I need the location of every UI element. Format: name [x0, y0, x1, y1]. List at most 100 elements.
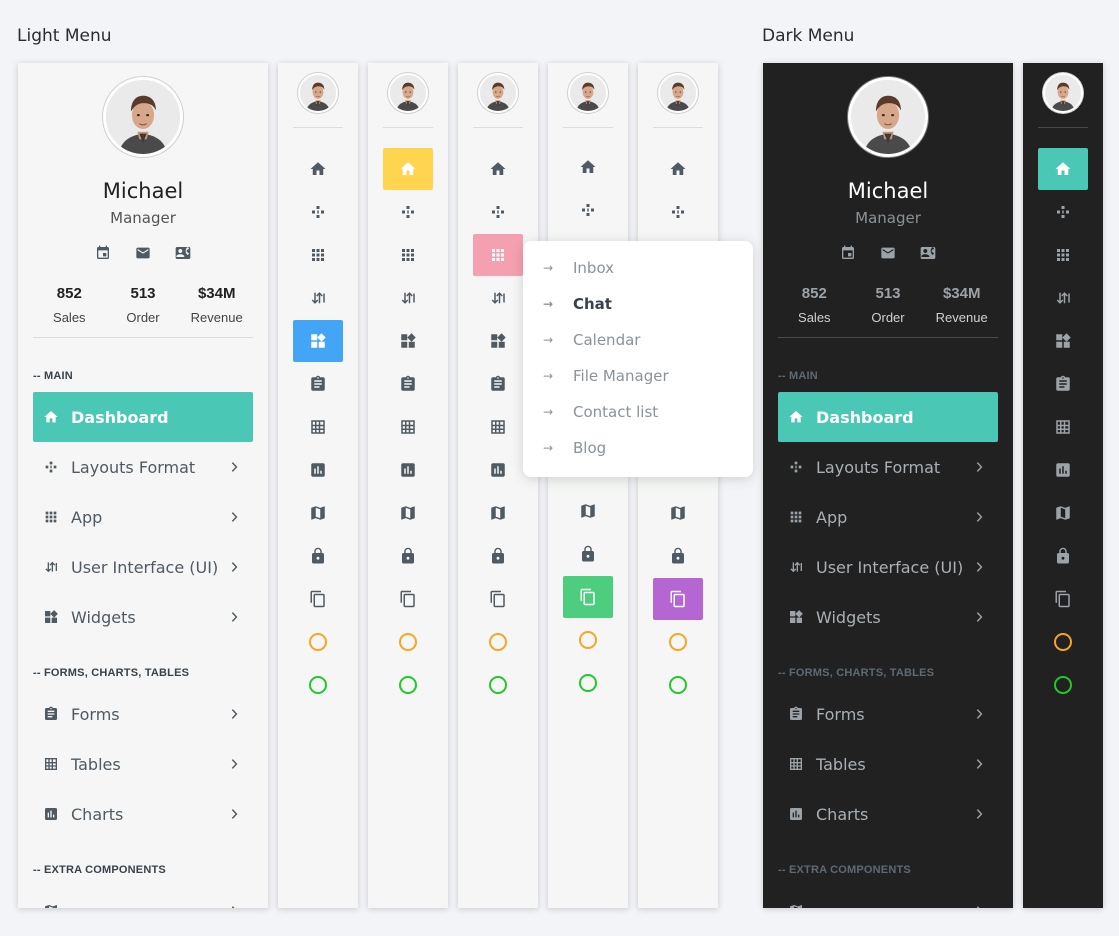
sidebar-home-button[interactable]: [293, 148, 343, 190]
menu-item-forms[interactable]: Forms: [778, 689, 998, 739]
sidebar-map-button[interactable]: [293, 492, 343, 534]
calendar-icon[interactable]: [840, 245, 856, 261]
status-ring-button[interactable]: [473, 621, 523, 663]
avatar[interactable]: [388, 73, 428, 113]
sidebar-table-button[interactable]: [1038, 406, 1088, 448]
mail-icon[interactable]: [880, 245, 896, 261]
sidebar-copy-button[interactable]: [1038, 578, 1088, 620]
sidebar-lock-button[interactable]: [383, 535, 433, 577]
sidebar-map-button[interactable]: [563, 490, 613, 532]
sidebar-lock-button[interactable]: [1038, 535, 1088, 577]
sidebar-clipboard-button[interactable]: [473, 363, 523, 405]
status-ring-button[interactable]: [293, 664, 343, 706]
menu-item-tables[interactable]: Tables: [778, 739, 998, 789]
avatar[interactable]: [478, 73, 518, 113]
sidebar-map-button[interactable]: [383, 492, 433, 534]
sidebar-copy-button[interactable]: [293, 578, 343, 620]
sidebar-map-button[interactable]: [653, 492, 703, 534]
sidebar-chart-button[interactable]: [383, 449, 433, 491]
menu-item-user-interface[interactable]: User Interface (UI): [778, 542, 998, 592]
sidebar-ui-button[interactable]: [293, 277, 343, 319]
menu-item-layouts-format[interactable]: Layouts Format: [778, 442, 998, 492]
sidebar-chart-button[interactable]: [1038, 449, 1088, 491]
menu-item-charts[interactable]: Charts: [33, 789, 253, 839]
menu-item-dashboard[interactable]: Dashboard: [33, 392, 253, 442]
status-ring-button[interactable]: [563, 619, 613, 661]
menu-item-charts[interactable]: Charts: [778, 789, 998, 839]
sidebar-layouts-button[interactable]: [383, 191, 433, 233]
menu-item-layouts-format[interactable]: Layouts Format: [33, 442, 253, 492]
sidebar-table-button[interactable]: [293, 406, 343, 448]
menu-item-app[interactable]: App: [33, 492, 253, 542]
submenu-item-inbox[interactable]: → Inbox: [543, 259, 614, 277]
sidebar-home-button[interactable]: [383, 148, 433, 190]
sidebar-map-button[interactable]: [1038, 492, 1088, 534]
status-ring-button[interactable]: [473, 664, 523, 706]
avatar[interactable]: [658, 73, 698, 113]
mail-icon[interactable]: [135, 245, 151, 261]
sidebar-apps-grid-button[interactable]: [383, 234, 433, 276]
sidebar-chart-button[interactable]: [293, 449, 343, 491]
menu-item-tables[interactable]: Tables: [33, 739, 253, 789]
status-ring-button[interactable]: [1038, 664, 1088, 706]
calendar-icon[interactable]: [95, 245, 111, 261]
sidebar-widgets-button[interactable]: [293, 320, 343, 362]
avatar[interactable]: [568, 73, 608, 113]
sidebar-layouts-button[interactable]: [293, 191, 343, 233]
menu-item-dashboard[interactable]: Dashboard: [778, 392, 998, 442]
avatar[interactable]: [298, 73, 338, 113]
sidebar-copy-button[interactable]: [383, 578, 433, 620]
submenu-item-calendar[interactable]: → Calendar: [543, 331, 640, 349]
status-ring-button[interactable]: [383, 621, 433, 663]
menu-item-app[interactable]: App: [778, 492, 998, 542]
sidebar-home-button[interactable]: [563, 146, 613, 188]
sidebar-ui-button[interactable]: [473, 277, 523, 319]
menu-item-partial[interactable]: [778, 886, 998, 908]
sidebar-lock-button[interactable]: [563, 533, 613, 575]
menu-item-user-interface[interactable]: User Interface (UI): [33, 542, 253, 592]
sidebar-map-button[interactable]: [473, 492, 523, 534]
submenu-item-blog[interactable]: → Blog: [543, 439, 606, 457]
sidebar-layouts-button[interactable]: [1038, 191, 1088, 233]
sidebar-layouts-button[interactable]: [563, 189, 613, 231]
avatar[interactable]: [848, 77, 928, 157]
sidebar-home-button[interactable]: [653, 148, 703, 190]
contact-card-icon[interactable]: [175, 245, 191, 261]
sidebar-layouts-button[interactable]: [653, 191, 703, 233]
menu-item-widgets[interactable]: Widgets: [33, 592, 253, 642]
sidebar-clipboard-button[interactable]: [293, 363, 343, 405]
sidebar-clipboard-button[interactable]: [383, 363, 433, 405]
submenu-item-contact-list[interactable]: → Contact list: [543, 403, 658, 421]
menu-item-widgets[interactable]: Widgets: [778, 592, 998, 642]
sidebar-copy-button[interactable]: [563, 576, 613, 618]
sidebar-home-button[interactable]: [1038, 148, 1088, 190]
sidebar-lock-button[interactable]: [653, 535, 703, 577]
sidebar-ui-button[interactable]: [1038, 277, 1088, 319]
sidebar-table-button[interactable]: [383, 406, 433, 448]
menu-item-partial[interactable]: [33, 886, 253, 908]
avatar[interactable]: [1043, 73, 1083, 113]
sidebar-ui-button[interactable]: [383, 277, 433, 319]
submenu-item-chat[interactable]: → Chat: [543, 295, 612, 313]
sidebar-apps-grid-button[interactable]: [293, 234, 343, 276]
sidebar-widgets-button[interactable]: [473, 320, 523, 362]
sidebar-apps-grid-button[interactable]: [1038, 234, 1088, 276]
sidebar-table-button[interactable]: [473, 406, 523, 448]
sidebar-layouts-button[interactable]: [473, 191, 523, 233]
contact-card-icon[interactable]: [920, 245, 936, 261]
status-ring-button[interactable]: [653, 664, 703, 706]
sidebar-widgets-button[interactable]: [383, 320, 433, 362]
menu-item-forms[interactable]: Forms: [33, 689, 253, 739]
sidebar-lock-button[interactable]: [293, 535, 343, 577]
sidebar-widgets-button[interactable]: [1038, 320, 1088, 362]
status-ring-button[interactable]: [563, 662, 613, 704]
sidebar-chart-button[interactable]: [473, 449, 523, 491]
status-ring-button[interactable]: [383, 664, 433, 706]
sidebar-clipboard-button[interactable]: [1038, 363, 1088, 405]
sidebar-copy-button[interactable]: [653, 578, 703, 620]
avatar[interactable]: [103, 77, 183, 157]
sidebar-copy-button[interactable]: [473, 578, 523, 620]
status-ring-button[interactable]: [293, 621, 343, 663]
sidebar-home-button[interactable]: [473, 148, 523, 190]
sidebar-lock-button[interactable]: [473, 535, 523, 577]
